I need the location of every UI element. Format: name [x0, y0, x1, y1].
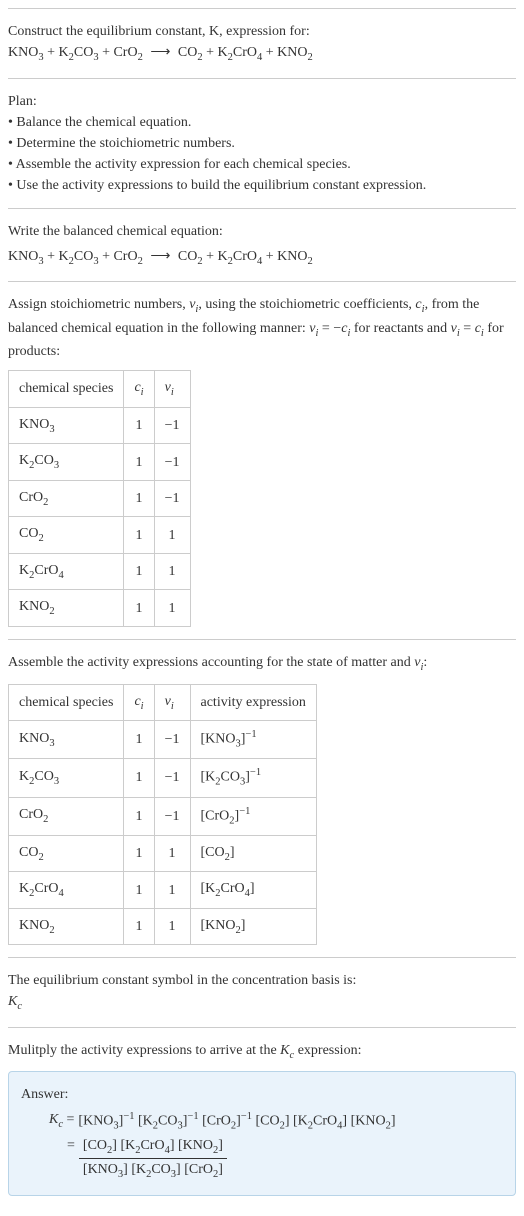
stoich-text: Assign stoichiometric numbers, νi, using… [8, 294, 516, 362]
table-header: νi [154, 371, 190, 408]
plan-section: Plan: • Balance the chemical equation. •… [8, 78, 516, 208]
multiply-section: Mulitply the activity expressions to arr… [8, 1027, 516, 1208]
cell: 1 [154, 517, 190, 554]
cell: [KNO3]−1 [190, 721, 316, 759]
stoich-table: chemical species ci νi KNO31−1 K2CO31−1 … [8, 370, 191, 627]
cell: [CO2] [190, 835, 316, 872]
activity-section: Assemble the activity expressions accoun… [8, 639, 516, 957]
table-row: CrO21−1 [9, 480, 191, 517]
table-row: K2CrO411[K2CrO4] [9, 872, 317, 909]
plan-bullet: • Assemble the activity expression for e… [8, 154, 516, 175]
cell: 1 [154, 908, 190, 945]
cell: −1 [154, 797, 190, 835]
cell: CO2 [9, 517, 124, 554]
answer-den: [KNO3] [K2CO3] [CrO2] [79, 1159, 227, 1183]
answer-label: Answer: [21, 1084, 503, 1105]
cell: CrO2 [9, 797, 124, 835]
cell: 1 [124, 872, 154, 909]
table-row: K2CrO411 [9, 553, 191, 590]
activity-table: chemical species ci νi activity expressi… [8, 684, 317, 946]
plan-title: Plan: [8, 91, 516, 112]
cell: 1 [154, 553, 190, 590]
cell: 1 [124, 797, 154, 835]
cell: K2CO3 [9, 759, 124, 797]
cell: −1 [154, 759, 190, 797]
symbol-line2: Kc [8, 991, 516, 1015]
stoich-section: Assign stoichiometric numbers, νi, using… [8, 281, 516, 639]
table-header: νi [154, 684, 190, 721]
intro-line1: Construct the equilibrium constant, K, e… [8, 24, 310, 39]
intro-text: Construct the equilibrium constant, K, e… [8, 21, 516, 66]
cell: 1 [154, 835, 190, 872]
cell: [KNO2] [190, 908, 316, 945]
answer-num: [CO2] [K2CrO4] [KNO2] [79, 1135, 227, 1160]
answer-eq2: = [67, 1135, 75, 1156]
table-header: ci [124, 371, 154, 408]
plan-bullet: • Determine the stoichiometric numbers. [8, 133, 516, 154]
cell: 1 [124, 553, 154, 590]
plan-bullet: • Balance the chemical equation. [8, 112, 516, 133]
table-row: KNO211 [9, 590, 191, 627]
table-header: activity expression [190, 684, 316, 721]
balanced-equation: KNO3 + K2CO3 + CrO2 ⟶ CO2 + K2CrO4 + KNO… [8, 246, 516, 270]
answer-lhs: Kc = [49, 1109, 74, 1133]
cell: KNO2 [9, 908, 124, 945]
intro-equation: KNO3 + K2CO3 + CrO2 ⟶ CO2 + K2CrO4 + KNO… [8, 45, 313, 60]
cell: 1 [154, 590, 190, 627]
cell: KNO3 [9, 407, 124, 444]
cell: 1 [124, 517, 154, 554]
cell: 1 [154, 872, 190, 909]
table-row: KNO31−1[KNO3]−1 [9, 721, 317, 759]
plan-bullet: • Use the activity expressions to build … [8, 175, 516, 196]
table-row: K2CO31−1 [9, 444, 191, 481]
cell: K2CO3 [9, 444, 124, 481]
cell: 1 [124, 835, 154, 872]
cell: K2CrO4 [9, 872, 124, 909]
cell: −1 [154, 444, 190, 481]
cell: [K2CO3]−1 [190, 759, 316, 797]
cell: CrO2 [9, 480, 124, 517]
cell: 1 [124, 721, 154, 759]
cell: [CrO2]−1 [190, 797, 316, 835]
cell: −1 [154, 721, 190, 759]
intro-section: Construct the equilibrium constant, K, e… [8, 8, 516, 78]
table-row: CO211 [9, 517, 191, 554]
cell: 1 [124, 407, 154, 444]
cell: CO2 [9, 835, 124, 872]
cell: 1 [124, 590, 154, 627]
table-header: ci [124, 684, 154, 721]
symbol-section: The equilibrium constant symbol in the c… [8, 957, 516, 1027]
cell: 1 [124, 480, 154, 517]
cell: 1 [124, 908, 154, 945]
answer-equation: Kc = [KNO3]−1 [K2CO3]−1 [CrO2]−1 [CO2] [… [21, 1109, 503, 1182]
cell: 1 [124, 444, 154, 481]
cell: K2CrO4 [9, 553, 124, 590]
table-row: KNO211[KNO2] [9, 908, 317, 945]
table-row: K2CO31−1[K2CO3]−1 [9, 759, 317, 797]
balanced-section: Write the balanced chemical equation: KN… [8, 208, 516, 282]
table-header: chemical species [9, 684, 124, 721]
activity-text: Assemble the activity expressions accoun… [8, 652, 516, 676]
cell: KNO2 [9, 590, 124, 627]
balanced-title: Write the balanced chemical equation: [8, 221, 516, 242]
cell: [K2CrO4] [190, 872, 316, 909]
cell: −1 [154, 407, 190, 444]
table-row: KNO31−1 [9, 407, 191, 444]
table-header: chemical species [9, 371, 124, 408]
cell: −1 [154, 480, 190, 517]
answer-box: Answer: Kc = [KNO3]−1 [K2CO3]−1 [CrO2]−1… [8, 1071, 516, 1195]
cell: 1 [124, 759, 154, 797]
table-row: CO211[CO2] [9, 835, 317, 872]
table-row: CrO21−1[CrO2]−1 [9, 797, 317, 835]
symbol-line1: The equilibrium constant symbol in the c… [8, 970, 516, 991]
answer-rhs1: [KNO3]−1 [K2CO3]−1 [CrO2]−1 [CO2] [K2CrO… [78, 1109, 395, 1134]
answer-fraction: [CO2] [K2CrO4] [KNO2] [KNO3] [K2CO3] [Cr… [79, 1135, 227, 1183]
cell: KNO3 [9, 721, 124, 759]
multiply-text: Mulitply the activity expressions to arr… [8, 1040, 516, 1064]
